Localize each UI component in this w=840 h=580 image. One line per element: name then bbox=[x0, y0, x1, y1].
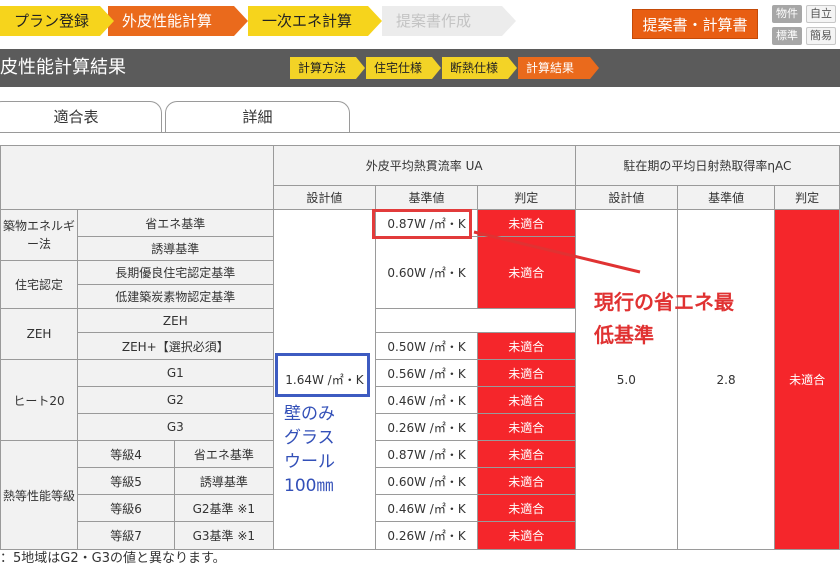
step-label: プラン登録 bbox=[14, 12, 90, 30]
row-grade5-basis: 誘導基準 bbox=[174, 467, 274, 495]
category-building-energy-law: 築物エネルギー法 bbox=[0, 209, 79, 261]
eta-group-header: 駐在期の平均日射熱取得率ηAC bbox=[574, 145, 840, 186]
category-housing-cert: 住宅認定 bbox=[0, 260, 79, 309]
ua-judge-value: 未適合 bbox=[476, 440, 576, 468]
ua-judge-value: 未適合 bbox=[476, 332, 576, 360]
tab-details[interactable]: 詳細 bbox=[165, 101, 350, 133]
row-grade7-basis: G3基準 ※1 bbox=[174, 521, 274, 550]
property-button[interactable]: 物件 bbox=[772, 5, 802, 23]
tab-compliance-table[interactable]: 適合表 bbox=[0, 101, 162, 133]
step-plan-registration[interactable]: プラン登録 bbox=[0, 6, 114, 36]
row-long-life-housing: 長期優良住宅認定基準 bbox=[77, 260, 274, 285]
eta-standard-header: 基準値 bbox=[676, 185, 776, 210]
ua-judge-value: 未適合 bbox=[476, 413, 576, 441]
ua-standard-value: 0.60W /㎡・K bbox=[375, 467, 478, 495]
substep-house-spec[interactable]: 住宅仕様 bbox=[366, 57, 441, 79]
step-envelope-calc[interactable]: 外皮性能計算 bbox=[108, 6, 248, 36]
annotation-min-standard-text: 現行の省エネ最 低基準 bbox=[594, 290, 734, 347]
step-label: 外皮性能計算 bbox=[122, 12, 213, 30]
tab-divider bbox=[0, 132, 840, 133]
step-proposal-create: 提案書作成 bbox=[382, 6, 516, 36]
ua-judge-value: 未適合 bbox=[476, 467, 576, 495]
annotation-wall-glasswool-text: 壁のみ グラス ウール 100㎜ bbox=[284, 404, 335, 496]
row-grade4-basis: 省エネ基準 bbox=[174, 440, 274, 468]
step-primary-energy-calc[interactable]: 一次エネ計算 bbox=[248, 6, 382, 36]
row-grade6: 等級6 bbox=[77, 494, 176, 522]
ua-judge-value: 未適合 bbox=[476, 494, 576, 522]
ua-standard-value: 0.60W /㎡・K bbox=[375, 236, 478, 309]
substep-calc-method[interactable]: 計算方法 bbox=[290, 57, 365, 79]
row-low-carbon-building: 低建築炭素物認定基準 bbox=[77, 284, 274, 309]
eta-standard-value: 2.8 bbox=[676, 209, 776, 550]
eta-design-value: 5.0 bbox=[574, 209, 678, 550]
ua-judge-value: 未適合 bbox=[476, 521, 576, 550]
ua-standard-value: 0.87W /㎡・K bbox=[375, 440, 478, 468]
row-grade7: 等級7 bbox=[77, 521, 176, 550]
ua-standard-value: 0.50W /㎡・K bbox=[375, 332, 478, 360]
ua-group-header: 外皮平均熱貫流率 UA bbox=[272, 145, 576, 186]
eta-design-header: 設計値 bbox=[574, 185, 678, 210]
footnote: ：5地域はG2・G3の値と異なります。 bbox=[0, 551, 226, 566]
step-label: 提案書作成 bbox=[396, 12, 472, 30]
simple-button[interactable]: 簡易 bbox=[806, 27, 836, 45]
ua-standard-header: 基準値 bbox=[375, 185, 478, 210]
page-title: 皮性能計算結果 bbox=[0, 57, 126, 78]
highlight-box-min-standard bbox=[372, 209, 472, 239]
row-g2: G2 bbox=[77, 386, 274, 414]
ua-judge-value: 未適合 bbox=[476, 236, 576, 309]
ua-standard-value: 0.26W /㎡・K bbox=[375, 521, 478, 550]
ua-judge-value: 未適合 bbox=[476, 209, 576, 237]
ua-standard-value: 0.56W /㎡・K bbox=[375, 359, 478, 387]
step-label: 一次エネ計算 bbox=[262, 12, 353, 30]
category-insulation-grade: 熱等性能等級 bbox=[0, 440, 79, 550]
standard-button[interactable]: 標準 bbox=[772, 27, 802, 45]
ua-design-header: 設計値 bbox=[272, 185, 377, 210]
ua-judge-value: 未適合 bbox=[476, 359, 576, 387]
ua-judge-header: 判定 bbox=[476, 185, 576, 210]
substep-calc-result[interactable]: 計算結果 bbox=[518, 57, 599, 79]
ua-standard-value: 0.26W /㎡・K bbox=[375, 413, 478, 441]
ua-judge-value: 未適合 bbox=[476, 386, 576, 414]
category-zeh: ZEH bbox=[0, 308, 79, 360]
proposal-calc-sheet-button[interactable]: 提案書・計算書 bbox=[632, 9, 758, 39]
step-bar: プラン登録 外皮性能計算 一次エネ計算 提案書作成 提案書・計算書 物件 自立 … bbox=[0, 0, 840, 50]
eta-judge-value: 未適合 bbox=[774, 209, 840, 550]
ua-standard-value: 0.46W /㎡・K bbox=[375, 494, 478, 522]
row-grade6-basis: G2基準 ※1 bbox=[174, 494, 274, 522]
row-energy-saving-standard: 省エネ基準 bbox=[77, 209, 274, 237]
row-g3: G3 bbox=[77, 413, 274, 441]
row-grade4: 等級4 bbox=[77, 440, 176, 468]
independent-button[interactable]: 自立 bbox=[806, 5, 836, 23]
table-corner bbox=[0, 145, 274, 210]
row-zeh: ZEH bbox=[77, 308, 274, 333]
substep-insulation-spec[interactable]: 断熱仕様 bbox=[442, 57, 517, 79]
highlight-box-design-value bbox=[275, 353, 370, 397]
row-grade5: 等級5 bbox=[77, 467, 176, 495]
title-band: 皮性能計算結果 計算方法 住宅仕様 断熱仕様 計算結果 bbox=[0, 49, 840, 87]
ua-standard-value: 0.46W /㎡・K bbox=[375, 386, 478, 414]
row-zeh-plus: ZEH+【選択必須】 bbox=[77, 332, 274, 360]
row-induction-standard: 誘導基準 bbox=[77, 236, 274, 261]
row-g1: G1 bbox=[77, 359, 274, 387]
category-heat20: ヒート20 bbox=[0, 359, 79, 441]
eta-judge-header: 判定 bbox=[774, 185, 840, 210]
